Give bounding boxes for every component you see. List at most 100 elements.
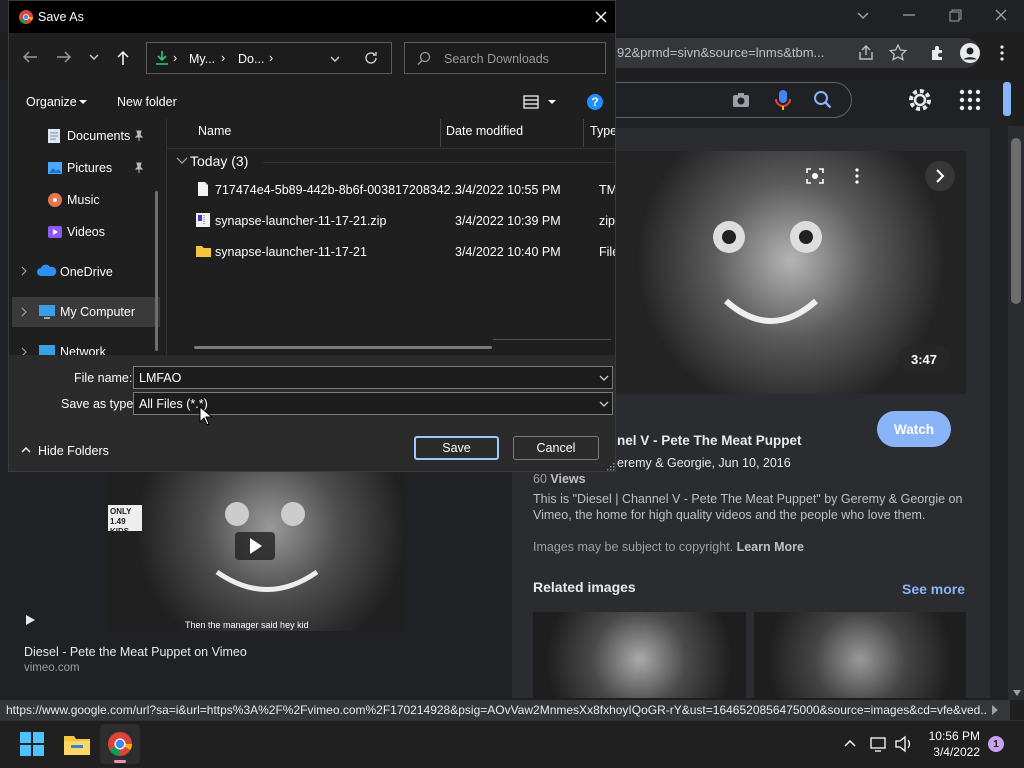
related-image-1[interactable]: [533, 612, 746, 698]
browser-close-icon[interactable]: [990, 4, 1012, 26]
file-row[interactable]: synapse-launcher-11-17-21.zip 3/4/2022 1…: [167, 209, 615, 235]
organize-menu[interactable]: Organize: [26, 95, 77, 109]
address-url-text: 92&prmd=sivn&source=lnms&tbm...: [617, 45, 825, 60]
network-folder-icon: [37, 344, 57, 355]
column-header-name[interactable]: Name: [198, 124, 231, 138]
play-icon[interactable]: [24, 614, 36, 626]
expand-network-icon[interactable]: [19, 347, 29, 355]
see-more-link[interactable]: See more: [902, 581, 965, 597]
documents-icon: [47, 128, 61, 144]
voice-search-icon[interactable]: [772, 88, 794, 112]
settings-gear-icon[interactable]: [906, 86, 934, 114]
breadcrumb-item-1[interactable]: My...: [189, 52, 215, 66]
file-type: File f: [599, 245, 615, 259]
save-type-value: All Files (*.*): [139, 396, 208, 411]
nav-my-computer[interactable]: My Computer: [60, 305, 135, 319]
page-scrollbar-thumb[interactable]: [1011, 138, 1021, 304]
expand-onedrive-icon[interactable]: [19, 266, 29, 276]
group-collapse-icon[interactable]: [176, 156, 188, 166]
share-icon[interactable]: [856, 43, 876, 63]
dialog-titlebar[interactable]: [9, 1, 615, 33]
nav-pane-scrollbar[interactable]: [155, 191, 158, 351]
file-name-dropdown-icon[interactable]: [598, 373, 610, 383]
search-placeholder: Search Downloads: [444, 52, 549, 66]
header-separator: [167, 148, 615, 149]
column-divider[interactable]: [440, 119, 441, 147]
column-header-date[interactable]: Date modified: [446, 124, 523, 138]
hide-folders-button[interactable]: Hide Folders: [38, 444, 109, 458]
forward-arrow-icon[interactable]: [55, 49, 73, 65]
file-row[interactable]: synapse-launcher-11-17-21 3/4/2022 10:40…: [167, 240, 615, 266]
nav-pictures[interactable]: Pictures: [67, 161, 112, 175]
save-type-dropdown-icon[interactable]: [598, 399, 610, 409]
recent-locations-icon[interactable]: [88, 51, 100, 63]
hide-folders-chevron-icon[interactable]: [20, 445, 32, 455]
result-thumbnail[interactable]: [107, 472, 405, 631]
new-folder-button[interactable]: New folder: [117, 95, 177, 109]
views-count: 60: [533, 472, 547, 486]
music-icon: [47, 192, 63, 208]
cancel-button[interactable]: Cancel: [513, 436, 599, 460]
related-image-2[interactable]: [754, 612, 966, 698]
apps-grid-icon[interactable]: [958, 88, 982, 112]
bookmark-star-icon[interactable]: [888, 43, 908, 63]
resize-grip-icon[interactable]: [606, 462, 615, 471]
breadcrumb-item-2[interactable]: Do...: [238, 52, 264, 66]
volume-icon[interactable]: [894, 735, 914, 753]
file-type: zip A: [599, 214, 615, 228]
view-options-icon[interactable]: [523, 94, 541, 110]
dialog-close-icon[interactable]: [591, 7, 611, 27]
account-chip[interactable]: [1003, 82, 1011, 116]
restore-icon[interactable]: [944, 4, 966, 26]
file-date: 3/4/2022 10:39 PM: [455, 214, 561, 228]
address-dropdown-icon[interactable]: [329, 53, 341, 65]
save-button[interactable]: Save: [414, 436, 499, 460]
refresh-icon[interactable]: [363, 50, 379, 66]
file-list-hscrollbar[interactable]: [194, 346, 492, 349]
lens-icon[interactable]: [804, 165, 826, 187]
scroll-down-icon[interactable]: [1012, 688, 1022, 698]
nav-documents[interactable]: Documents: [67, 129, 130, 143]
clock-date[interactable]: 3/4/2022: [920, 745, 980, 759]
learn-more-link[interactable]: Learn More: [737, 540, 804, 554]
minimize-icon[interactable]: [898, 4, 920, 26]
file-date: 3/4/2022 10:40 PM: [455, 245, 561, 259]
related-images-heading: Related images: [533, 579, 636, 595]
group-header-today[interactable]: Today (3): [190, 153, 248, 169]
expand-mycomputer-icon[interactable]: [19, 307, 29, 317]
view-dropdown-icon[interactable]: [547, 97, 557, 107]
column-divider[interactable]: [583, 119, 584, 147]
browser-menu-icon[interactable]: [992, 43, 1012, 63]
result-title[interactable]: nel V - Pete The Meat Puppet: [617, 433, 802, 448]
file-name-input[interactable]: LMFAO: [133, 366, 613, 389]
up-folder-icon[interactable]: [115, 49, 131, 67]
thumbnail-title[interactable]: Diesel - Pete the Meat Puppet on Vimeo: [24, 645, 247, 659]
back-arrow-icon[interactable]: [21, 49, 39, 65]
pin-icon-documents[interactable]: [133, 130, 145, 142]
network-icon[interactable]: [869, 735, 889, 753]
extensions-icon[interactable]: [928, 43, 948, 63]
nav-music[interactable]: Music: [67, 193, 100, 207]
file-row[interactable]: 717474e4-5b89-442b-8b6f-003817208342....…: [167, 178, 615, 204]
pin-icon-pictures[interactable]: [133, 162, 145, 174]
camera-search-icon[interactable]: [730, 89, 752, 111]
clock-time[interactable]: 10:56 PM: [920, 729, 980, 743]
next-image-icon[interactable]: [924, 160, 956, 192]
chrome-taskbar-button[interactable]: [100, 724, 140, 764]
scroll-right-icon[interactable]: [990, 704, 1000, 716]
watch-button[interactable]: Watch: [877, 411, 951, 447]
tray-chevron-icon[interactable]: [842, 736, 858, 752]
nav-onedrive[interactable]: OneDrive: [60, 265, 113, 279]
column-header-type[interactable]: Type: [590, 124, 615, 138]
tab-search-icon[interactable]: [852, 4, 874, 26]
windows-start-icon[interactable]: [20, 732, 44, 756]
nav-videos[interactable]: Videos: [67, 225, 105, 239]
notification-badge[interactable]: 1: [988, 736, 1004, 752]
image-more-icon[interactable]: [848, 165, 866, 187]
file-explorer-icon[interactable]: [63, 732, 91, 756]
organize-dropdown-icon[interactable]: [78, 97, 88, 107]
nav-network[interactable]: Network: [60, 345, 106, 355]
help-icon[interactable]: ?: [586, 93, 604, 111]
search-submit-icon[interactable]: [812, 89, 834, 111]
profile-avatar-icon[interactable]: [959, 42, 981, 64]
